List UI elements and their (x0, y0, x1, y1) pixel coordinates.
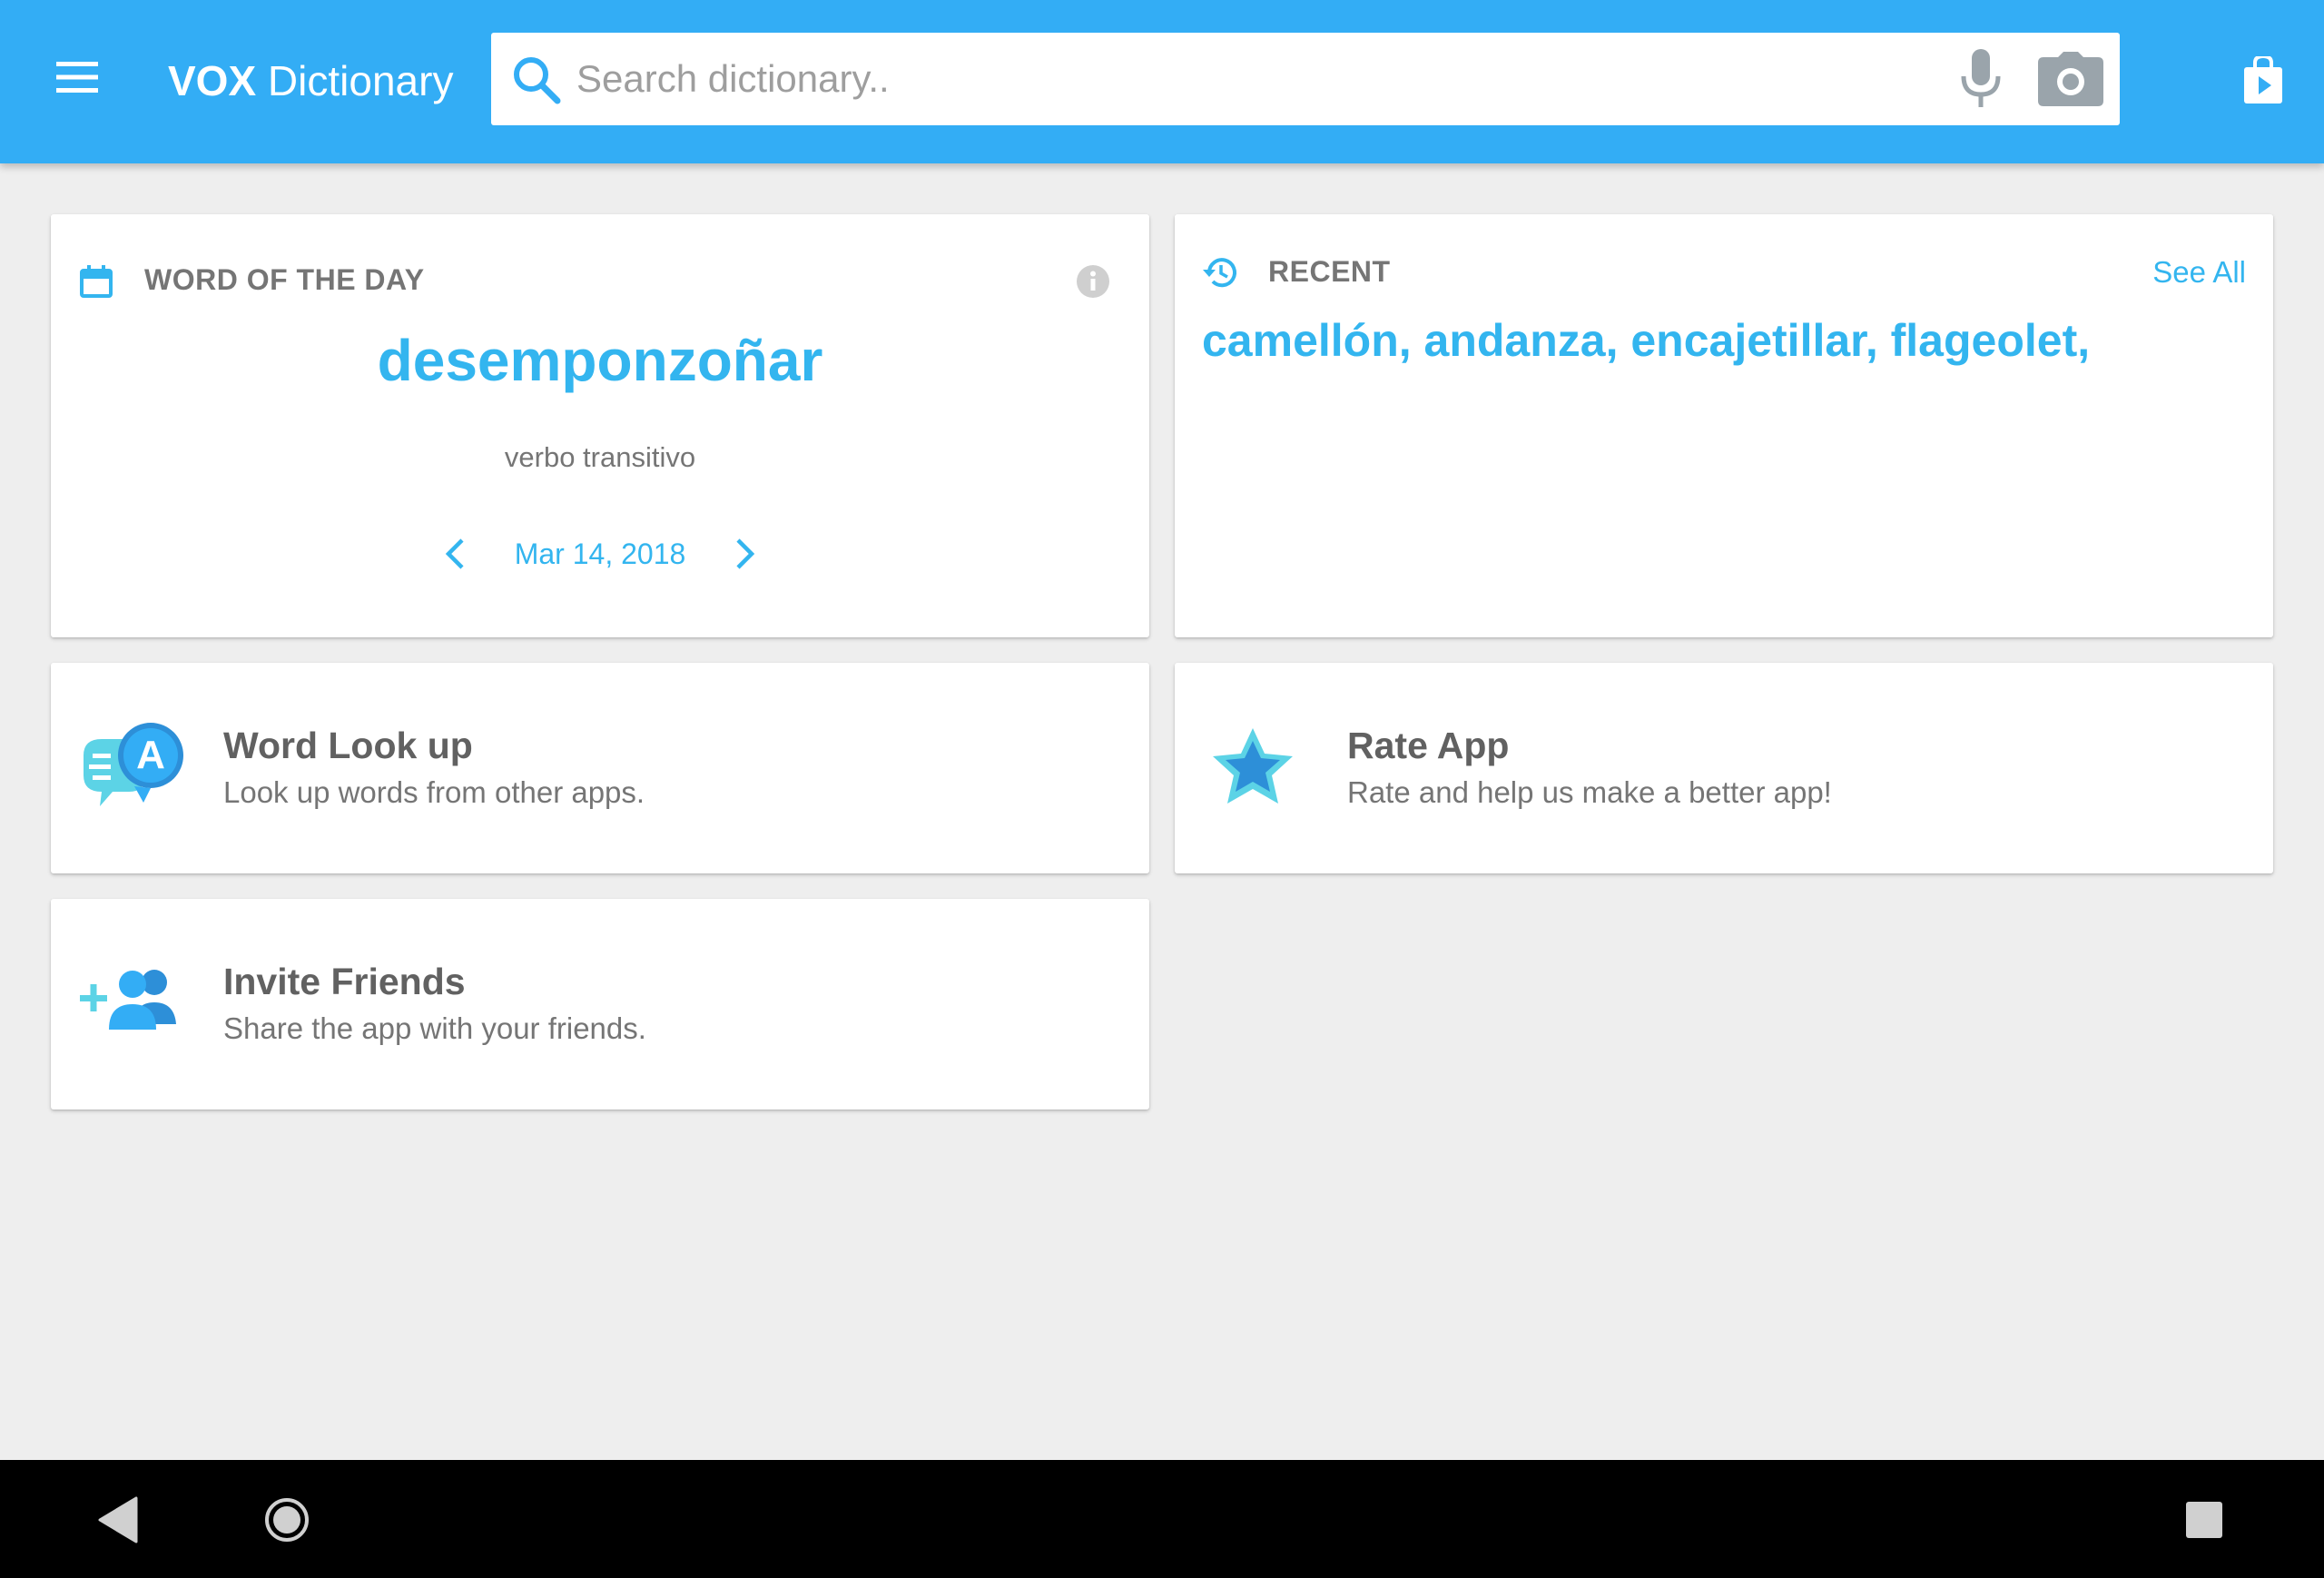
word-of-the-day-card[interactable]: WORD OF THE DAY desemponzoñar verbo tran… (51, 214, 1149, 637)
microphone-icon (1961, 49, 2001, 107)
app-title-suffix: Dictionary (256, 57, 454, 104)
part-of-speech: verbo transitivo (504, 441, 696, 473)
recent-words-list[interactable]: camellón, andanza, encajetillar, flageol… (1202, 314, 2090, 367)
camera-icon (2038, 52, 2103, 106)
menu-button[interactable] (45, 45, 109, 109)
chat-bubbles-icon: A (84, 723, 183, 806)
see-all-link[interactable]: See All (2152, 255, 2246, 290)
recent-card: RECENT See All camellón, andanza, encaje… (1175, 214, 2273, 637)
word-of-the-day-heading: WORD OF THE DAY (144, 263, 425, 296)
magnifier-icon[interactable] (509, 53, 564, 107)
word-of-the-day-date: Mar 14, 2018 (514, 537, 686, 570)
chevron-left-icon (445, 538, 464, 569)
back-triangle-icon[interactable] (94, 1493, 145, 1547)
app-title-brand: VOX (168, 57, 257, 104)
word-lookup-card[interactable]: A Word Look up Look up words from other … (51, 663, 1149, 873)
recents-square-icon[interactable] (2184, 1500, 2224, 1540)
system-navigation-bar (0, 1460, 2324, 1578)
voice-search-button[interactable] (1951, 49, 2011, 109)
lookup-icon-letter: A (136, 733, 165, 777)
invite-friends-subtitle: Share the app with your friends. (223, 1011, 646, 1045)
app-bar: VOX Dictionary (0, 0, 2324, 163)
rate-app-subtitle: Rate and help us make a better app! (1347, 775, 1832, 809)
calendar-icon (80, 265, 113, 298)
word-of-the-day-word[interactable]: desemponzoñar (51, 327, 1149, 394)
date-navigator: Mar 14, 2018 (51, 530, 1149, 577)
play-store-bag-icon (2244, 56, 2282, 104)
rate-app-title: Rate App (1347, 725, 1510, 766)
search-bar[interactable] (491, 33, 2120, 125)
previous-day-button[interactable] (435, 530, 475, 577)
word-lookup-title: Word Look up (223, 725, 473, 766)
camera-search-button[interactable] (2034, 49, 2107, 109)
add-friends-icon (80, 970, 176, 1030)
store-button[interactable] (2229, 45, 2298, 114)
rate-app-card[interactable]: Rate App Rate and help us make a better … (1175, 663, 2273, 873)
invite-friends-card[interactable]: Invite Friends Share the app with your f… (51, 899, 1149, 1110)
next-day-button[interactable] (725, 530, 765, 577)
chevron-right-icon (736, 538, 755, 569)
invite-friends-title: Invite Friends (223, 961, 466, 1002)
hamburger-menu-icon (56, 62, 98, 93)
word-lookup-subtitle: Look up words from other apps. (223, 775, 645, 809)
recent-heading: RECENT (1268, 255, 1391, 288)
home-circle-icon[interactable] (263, 1496, 310, 1543)
app-title: VOX Dictionary (168, 53, 453, 109)
info-icon[interactable] (1075, 263, 1111, 300)
search-input[interactable] (575, 33, 1846, 125)
history-clock-icon (1203, 258, 1236, 288)
star-icon (1213, 728, 1293, 804)
